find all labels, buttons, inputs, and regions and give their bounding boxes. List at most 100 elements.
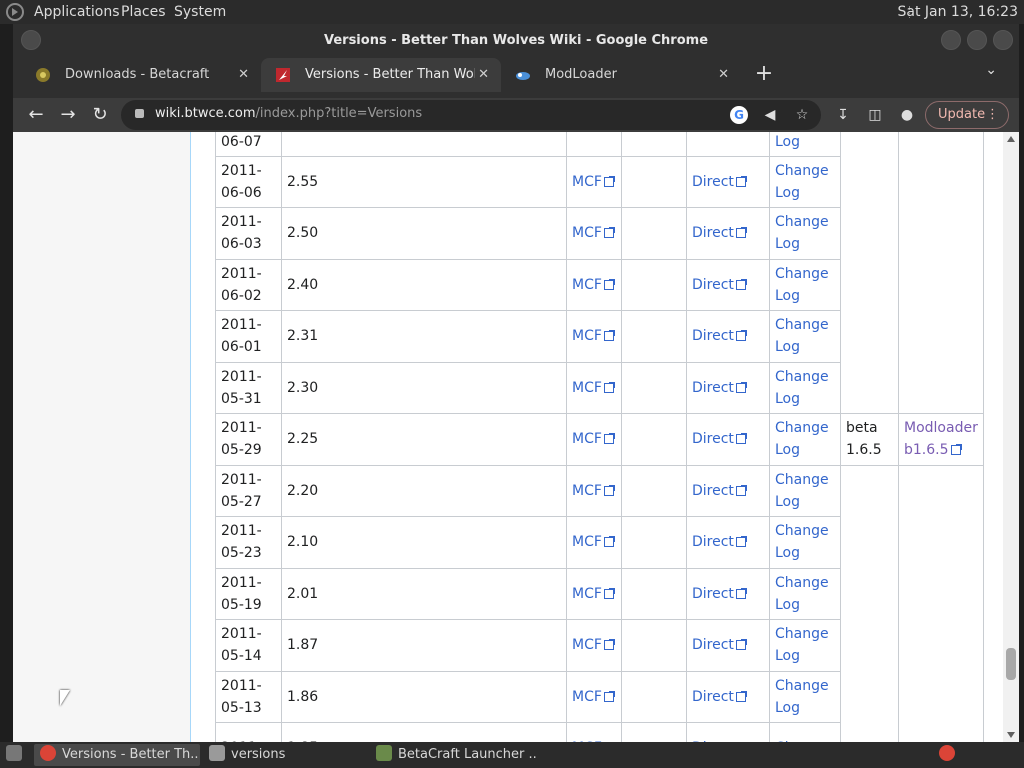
show-desktop-button[interactable] <box>2 744 26 766</box>
changelog-link[interactable]: Log <box>775 494 800 510</box>
side-panel-icon[interactable]: ◫ <box>866 106 884 124</box>
direct-link[interactable]: Direct <box>692 380 734 396</box>
taskbar-item-chrome[interactable]: Versions - Better Th... <box>34 744 200 766</box>
mcf-link[interactable]: MCF <box>572 328 602 344</box>
changelog-link[interactable]: Change <box>775 678 829 694</box>
google-lens-icon[interactable]: G <box>730 106 748 124</box>
scroll-thumb[interactable] <box>1006 648 1016 680</box>
changelog-link[interactable]: Change <box>775 317 829 333</box>
profile-icon[interactable]: ● <box>898 106 916 124</box>
direct-link[interactable]: Direct <box>692 689 734 705</box>
mcf-link[interactable]: MCF <box>572 637 602 653</box>
changelog-link[interactable]: Change <box>775 420 829 436</box>
mcf-link[interactable]: MCF <box>572 174 602 190</box>
window-titlebar[interactable]: Versions - Better Than Wolves Wiki - Goo… <box>13 24 1019 56</box>
bookmark-star-icon[interactable]: ☆ <box>793 106 811 124</box>
external-link-icon <box>735 278 747 290</box>
changelog-link[interactable]: Change <box>775 266 829 282</box>
date-cell: 2011- <box>215 722 282 742</box>
tab-downloads-betacraft[interactable]: Downloads - Betacraft ✕ <box>21 58 261 92</box>
back-button[interactable]: ← <box>21 100 51 130</box>
menu-applications[interactable]: Applications <box>34 4 120 20</box>
close-icon[interactable]: ✕ <box>238 58 249 92</box>
direct-link[interactable]: Direct <box>692 225 734 241</box>
more-menu-icon[interactable]: ⋮ <box>986 102 999 128</box>
changelog-link[interactable]: Log <box>775 545 800 561</box>
mcf-link[interactable]: MCF <box>572 534 602 550</box>
os-logo-icon[interactable] <box>6 3 24 21</box>
direct-link[interactable]: Direct <box>692 174 734 190</box>
mcf-link[interactable]: MCF <box>572 277 602 293</box>
changelog-link[interactable]: Log <box>775 391 800 407</box>
changelog-link[interactable]: Log <box>775 185 800 201</box>
changelog-link[interactable]: Change <box>775 214 829 230</box>
mcf-link[interactable]: MCF <box>572 689 602 705</box>
close-window-button[interactable] <box>993 30 1013 50</box>
changelog-link[interactable]: Change <box>775 163 829 179</box>
direct-cell: Direct <box>686 155 770 208</box>
taskbar-item-folder[interactable]: versions <box>203 744 363 766</box>
tray-chrome[interactable] <box>936 744 958 766</box>
mcf-link[interactable]: MCF <box>572 225 602 241</box>
direct-link[interactable]: Direct <box>692 534 734 550</box>
changelog-link[interactable]: Log <box>775 442 800 458</box>
download-icon[interactable]: ↧ <box>834 106 852 124</box>
new-tab-button[interactable]: + <box>750 60 778 88</box>
menu-places[interactable]: Places <box>121 4 166 20</box>
changelog-link[interactable]: Log <box>775 134 800 150</box>
date-cell: 2011- 05-13 <box>215 670 282 723</box>
modloader-link[interactable]: b1.6.5 <box>904 442 949 458</box>
changelog-link[interactable]: Log <box>775 648 800 664</box>
changelog-link[interactable]: Change <box>775 523 829 539</box>
changelog-link[interactable]: Log <box>775 700 800 716</box>
clock[interactable]: Sat Jan 13, 16:23 <box>898 4 1019 20</box>
scroll-down-icon[interactable] <box>1007 732 1015 738</box>
chrome-icon <box>40 745 56 761</box>
close-icon[interactable]: ✕ <box>718 58 729 92</box>
btw-icon <box>276 68 290 82</box>
direct-link[interactable]: Direct <box>692 328 734 344</box>
close-icon[interactable]: ✕ <box>478 58 489 92</box>
scroll-up-icon[interactable] <box>1007 136 1015 142</box>
changelog-cell: Change Log <box>769 413 841 466</box>
date-year: 2011- <box>221 265 262 282</box>
changelog-link[interactable]: Change <box>775 369 829 385</box>
mcf-link[interactable]: MCF <box>572 586 602 602</box>
external-link-icon <box>603 278 615 290</box>
update-button[interactable]: Update ⋮ <box>925 101 1009 129</box>
direct-link[interactable]: Direct <box>692 277 734 293</box>
tab-versions[interactable]: Versions - Better Than Wolves ✕ <box>261 58 501 92</box>
menu-system[interactable]: System <box>174 4 226 20</box>
tab-search-chevron-icon[interactable]: ⌄ <box>985 62 997 78</box>
vertical-scrollbar[interactable] <box>1003 132 1019 742</box>
changelog-link[interactable]: Log <box>775 288 800 304</box>
mcf-link[interactable]: MCF <box>572 431 602 447</box>
window-menu-button[interactable] <box>21 30 41 50</box>
external-link-icon <box>735 381 747 393</box>
changelog-link[interactable]: Change <box>775 626 829 642</box>
changelog-link[interactable]: Log <box>775 339 800 355</box>
direct-link[interactable]: Direct <box>692 637 734 653</box>
reload-button[interactable]: ↻ <box>85 100 115 130</box>
modloader-cell <box>898 132 984 414</box>
lock-icon[interactable] <box>135 109 144 118</box>
mcf-link[interactable]: MCF <box>572 483 602 499</box>
direct-link[interactable]: Direct <box>692 431 734 447</box>
direct-cell: Direct <box>686 619 770 672</box>
changelog-cell: Change Log <box>769 516 841 569</box>
mcf-link[interactable]: MCF <box>572 380 602 396</box>
direct-link[interactable]: Direct <box>692 483 734 499</box>
forward-button[interactable]: → <box>53 100 83 130</box>
address-bar[interactable]: wiki.btwce.com/index.php?title=Versions <box>121 100 821 130</box>
tab-modloader[interactable]: ModLoader ✕ <box>501 58 741 92</box>
maximize-button[interactable] <box>967 30 987 50</box>
modloader-link[interactable]: Modloader <box>904 420 978 436</box>
minimize-button[interactable] <box>941 30 961 50</box>
changelog-link[interactable]: Change <box>775 472 829 488</box>
changelog-link[interactable]: Log <box>775 236 800 252</box>
share-icon[interactable]: ◀ <box>761 106 779 124</box>
direct-link[interactable]: Direct <box>692 586 734 602</box>
changelog-link[interactable]: Log <box>775 597 800 613</box>
taskbar-item-betacraft[interactable]: BetaCraft Launcher ... <box>370 744 536 766</box>
changelog-link[interactable]: Change <box>775 575 829 591</box>
